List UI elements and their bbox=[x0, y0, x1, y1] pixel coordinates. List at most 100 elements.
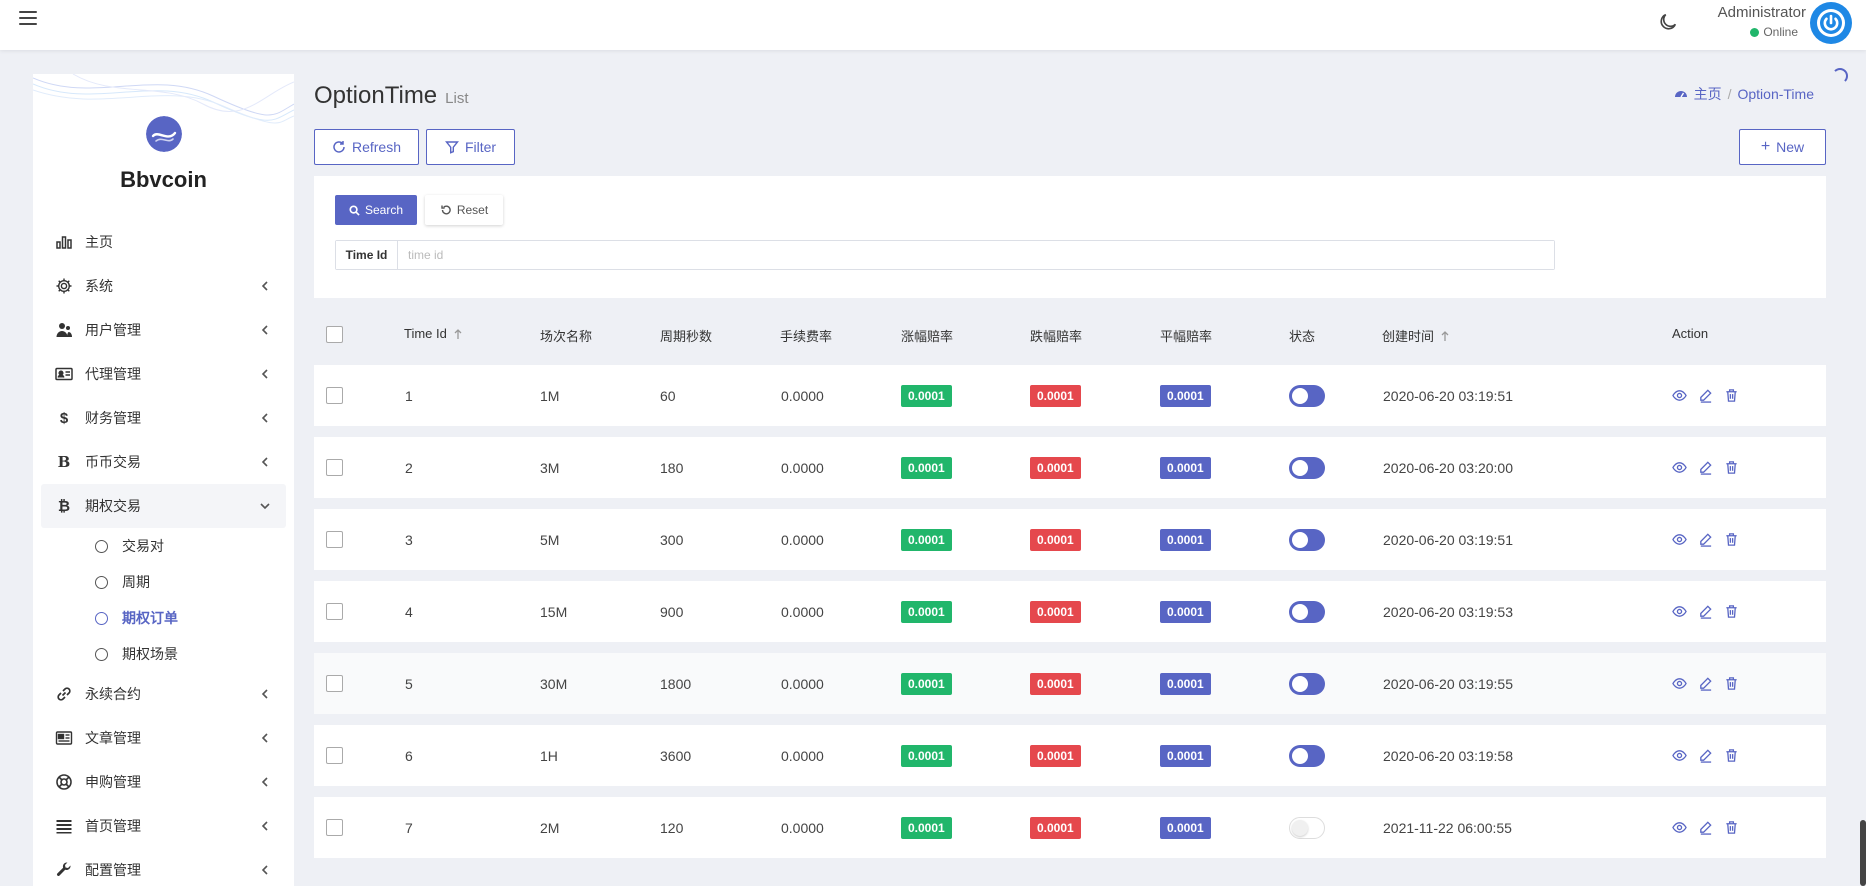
cell-time-id: 2 bbox=[405, 459, 413, 476]
refresh-icon bbox=[333, 141, 345, 153]
filter-button[interactable]: Filter bbox=[426, 129, 515, 165]
edit-pencil-icon[interactable] bbox=[1698, 460, 1713, 475]
delete-trash-icon[interactable] bbox=[1724, 532, 1739, 547]
moon-icon[interactable] bbox=[1657, 11, 1679, 33]
delete-trash-icon[interactable] bbox=[1724, 604, 1739, 619]
row-checkbox[interactable] bbox=[326, 797, 343, 858]
delete-trash-icon[interactable] bbox=[1724, 676, 1739, 691]
sidebar-item-options-trading[interactable]: ₿ 期权交易 bbox=[41, 484, 286, 528]
column-header-label: 手续费率 bbox=[780, 329, 833, 344]
view-eye-icon[interactable] bbox=[1672, 748, 1687, 763]
sidebar-item-articles[interactable]: 文章管理 bbox=[41, 716, 286, 760]
sidebar-item-system[interactable]: 系统 bbox=[41, 264, 286, 308]
edit-pencil-icon[interactable] bbox=[1698, 748, 1713, 763]
table-row: 3 5M 300 0.0000 0.0001 0.0001 0.0001 2020-06-20… bbox=[314, 509, 1826, 570]
reset-button[interactable]: Reset bbox=[425, 195, 503, 225]
sidebar-item-users[interactable]: 用户管理 bbox=[41, 308, 286, 352]
sidebar-item-subscription[interactable]: 申购管理 bbox=[41, 760, 286, 804]
status-toggle[interactable] bbox=[1289, 384, 1325, 407]
delete-trash-icon[interactable] bbox=[1724, 748, 1739, 763]
user-status-text: Online bbox=[1763, 25, 1798, 39]
column-header-time-id[interactable]: Time Id bbox=[404, 326, 463, 341]
brand-logo[interactable]: Bbvcoin bbox=[33, 116, 294, 193]
sidebar-item-label: 代理管理 bbox=[85, 366, 141, 382]
menu-toggle-icon[interactable] bbox=[19, 9, 37, 27]
cell-seconds: 300 bbox=[660, 531, 684, 548]
view-eye-icon[interactable] bbox=[1672, 388, 1687, 403]
row-checkbox[interactable] bbox=[326, 725, 343, 786]
status-toggle[interactable] bbox=[1289, 672, 1325, 695]
cell-name: 3M bbox=[540, 459, 560, 476]
refresh-button[interactable]: Refresh bbox=[314, 129, 419, 165]
view-eye-icon[interactable] bbox=[1672, 460, 1687, 475]
top-header: Administrator Online bbox=[0, 0, 1866, 50]
view-eye-icon[interactable] bbox=[1672, 676, 1687, 691]
view-eye-icon[interactable] bbox=[1672, 820, 1687, 835]
new-button[interactable]: + New bbox=[1739, 129, 1826, 165]
sidebar-subitem-pairs[interactable]: 交易对 bbox=[41, 528, 286, 564]
row-checkbox[interactable] bbox=[326, 653, 343, 714]
time-id-label: Time Id bbox=[336, 241, 398, 269]
column-header-label: 创建时间 bbox=[1382, 329, 1435, 344]
row-checkbox[interactable] bbox=[326, 581, 343, 642]
view-eye-icon[interactable] bbox=[1672, 604, 1687, 619]
sidebar-item-homepage[interactable]: 首页管理 bbox=[41, 804, 286, 848]
bar-chart-icon bbox=[56, 236, 72, 249]
avatar[interactable] bbox=[1810, 2, 1852, 44]
row-checkbox[interactable] bbox=[326, 365, 343, 426]
sidebar-item-home[interactable]: 主页 bbox=[41, 220, 286, 264]
up-odds-badge: 0.0001 bbox=[901, 600, 952, 623]
status-toggle[interactable] bbox=[1289, 744, 1325, 767]
delete-trash-icon[interactable] bbox=[1724, 460, 1739, 475]
status-toggle[interactable] bbox=[1289, 600, 1325, 623]
status-toggle[interactable] bbox=[1289, 456, 1325, 479]
chevron-left-icon bbox=[261, 689, 268, 699]
edit-pencil-icon[interactable] bbox=[1698, 388, 1713, 403]
breadcrumb-home[interactable]: 主页 bbox=[1694, 84, 1722, 104]
sidebar-item-perpetual[interactable]: 永续合约 bbox=[41, 672, 286, 716]
edit-pencil-icon[interactable] bbox=[1698, 532, 1713, 547]
table-row: 1 1M 60 0.0000 0.0001 0.0001 0.0001 2020-06-20 … bbox=[314, 365, 1826, 426]
row-checkbox[interactable] bbox=[326, 437, 343, 498]
breadcrumb-current: Option-Time bbox=[1737, 86, 1814, 102]
cell-fee: 0.0000 bbox=[781, 603, 824, 620]
sidebar-item-agents[interactable]: 代理管理 bbox=[41, 352, 286, 396]
search-icon bbox=[349, 204, 360, 216]
sort-arrow-up-icon[interactable] bbox=[1440, 330, 1450, 342]
column-header-label: 平幅赔率 bbox=[1160, 329, 1213, 344]
delete-trash-icon[interactable] bbox=[1724, 820, 1739, 835]
sidebar-subitem-period[interactable]: 周期 bbox=[41, 564, 286, 600]
sidebar-item-finance[interactable]: $ 财务管理 bbox=[41, 396, 286, 440]
cell-created: 2020-06-20 03:19:51 bbox=[1383, 531, 1513, 548]
select-all-checkbox[interactable] bbox=[326, 326, 343, 343]
view-eye-icon[interactable] bbox=[1672, 532, 1687, 547]
status-toggle[interactable] bbox=[1289, 816, 1325, 839]
column-header-label: 涨幅赔率 bbox=[901, 329, 954, 344]
cell-seconds: 60 bbox=[660, 387, 676, 404]
search-button[interactable]: Search bbox=[335, 195, 417, 225]
edit-pencil-icon[interactable] bbox=[1698, 820, 1713, 835]
sidebar-item-config[interactable]: 配置管理 bbox=[41, 848, 286, 886]
status-toggle[interactable] bbox=[1289, 528, 1325, 551]
loading-spinner-icon bbox=[1832, 68, 1848, 84]
sidebar-item-spot-trading[interactable]: B 币币交易 bbox=[41, 440, 286, 484]
sidebar-subitem-option-orders[interactable]: 期权订单 bbox=[41, 600, 286, 636]
page-scrollbar[interactable] bbox=[1860, 820, 1866, 886]
up-odds-badge: 0.0001 bbox=[901, 672, 952, 695]
cell-time-id: 3 bbox=[405, 531, 413, 548]
delete-trash-icon[interactable] bbox=[1724, 388, 1739, 403]
sort-arrow-up-icon[interactable] bbox=[453, 328, 463, 340]
cell-fee: 0.0000 bbox=[781, 531, 824, 548]
column-header-created[interactable]: 创建时间 bbox=[1382, 326, 1450, 345]
cell-name: 5M bbox=[540, 531, 560, 548]
cell-time-id: 4 bbox=[405, 603, 413, 620]
circle-icon bbox=[95, 575, 108, 589]
time-id-input[interactable] bbox=[398, 241, 1554, 269]
plus-icon: + bbox=[1760, 138, 1771, 155]
edit-pencil-icon[interactable] bbox=[1698, 676, 1713, 691]
edit-pencil-icon[interactable] bbox=[1698, 604, 1713, 619]
sidebar-subitem-option-scenes[interactable]: 期权场景 bbox=[41, 636, 286, 672]
row-checkbox[interactable] bbox=[326, 509, 343, 570]
cell-name: 1H bbox=[540, 747, 558, 764]
reset-label: Reset bbox=[456, 203, 489, 217]
